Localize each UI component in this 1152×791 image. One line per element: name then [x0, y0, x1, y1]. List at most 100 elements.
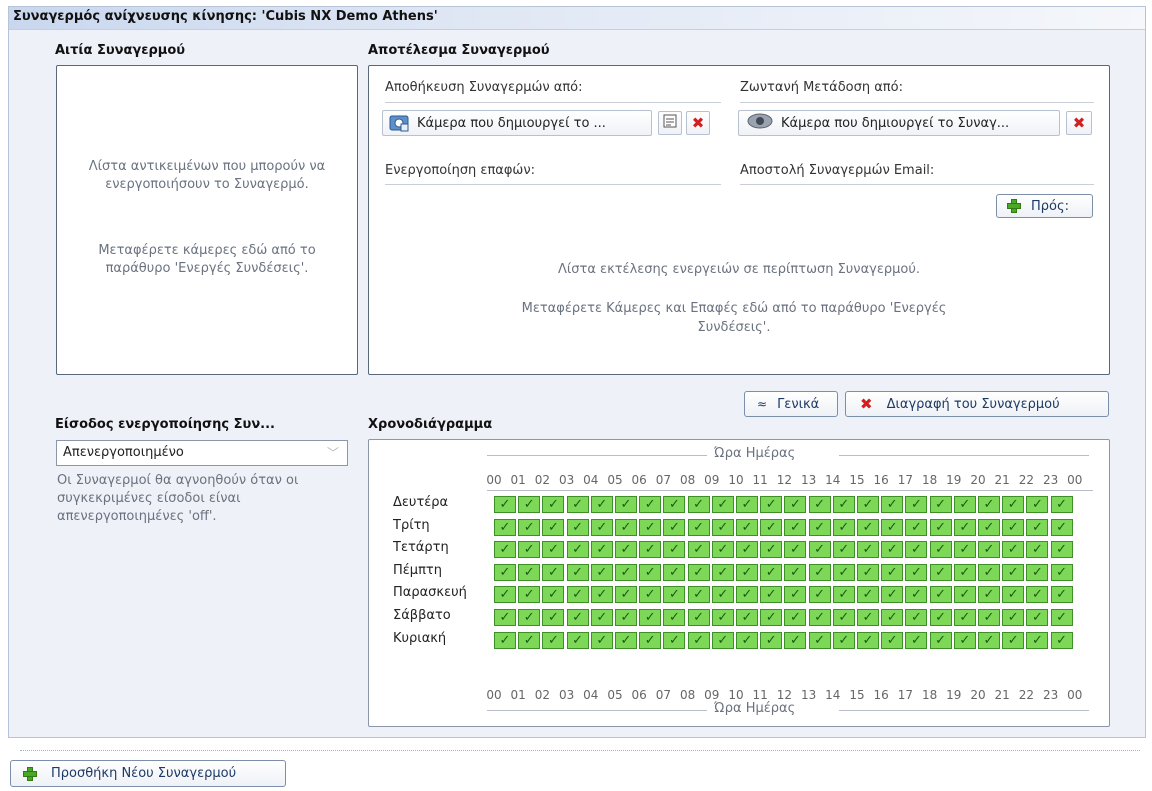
schedule-cell[interactable]: ✓: [663, 496, 686, 513]
schedule-cell[interactable]: ✓: [905, 631, 928, 649]
schedule-cell[interactable]: ✓: [953, 631, 976, 649]
schedule-cell[interactable]: ✓: [590, 496, 613, 513]
schedule-cell[interactable]: ✓: [1050, 518, 1073, 536]
schedule-cell[interactable]: ✓: [494, 518, 516, 536]
schedule-cell[interactable]: ✓: [663, 586, 686, 604]
schedule-cell[interactable]: ✓: [1050, 563, 1073, 581]
schedule-cell[interactable]: ✓: [736, 563, 758, 581]
schedule-cell[interactable]: ✓: [832, 541, 855, 559]
schedule-cell[interactable]: ✓: [687, 586, 710, 604]
schedule-cell[interactable]: ✓: [1026, 586, 1049, 604]
schedule-cell[interactable]: ✓: [711, 496, 734, 513]
schedule-cell[interactable]: ✓: [1050, 496, 1073, 513]
schedule-cell[interactable]: ✓: [1002, 586, 1025, 604]
schedule-cell[interactable]: ✓: [978, 609, 1000, 626]
schedule-cell[interactable]: ✓: [736, 631, 758, 649]
schedule-cell[interactable]: ✓: [857, 518, 879, 536]
schedule-cell[interactable]: ✓: [905, 563, 928, 581]
schedule-cell[interactable]: ✓: [978, 631, 1000, 649]
schedule-cell[interactable]: ✓: [566, 563, 589, 581]
schedule-cell[interactable]: ✓: [929, 609, 952, 626]
properties-button[interactable]: [658, 111, 682, 135]
schedule-cell[interactable]: ✓: [590, 631, 613, 649]
remove-save-camera-button[interactable]: ✖: [686, 111, 710, 135]
schedule-cell[interactable]: ✓: [1026, 496, 1049, 513]
schedule-cell[interactable]: ✓: [1002, 518, 1025, 536]
schedule-cell[interactable]: ✓: [590, 518, 613, 536]
schedule-cell[interactable]: ✓: [542, 496, 565, 513]
schedule-cell[interactable]: ✓: [711, 541, 734, 559]
schedule-cell[interactable]: ✓: [784, 586, 807, 604]
schedule-cell[interactable]: ✓: [760, 563, 783, 581]
schedule-cell[interactable]: ✓: [881, 631, 904, 649]
schedule-cell[interactable]: ✓: [1002, 631, 1025, 649]
schedule-cell[interactable]: ✓: [978, 563, 1000, 581]
schedule-cell[interactable]: ✓: [518, 496, 541, 513]
schedule-cell[interactable]: ✓: [1050, 609, 1073, 626]
schedule-cell[interactable]: ✓: [784, 518, 807, 536]
schedule-cell[interactable]: ✓: [711, 563, 734, 581]
schedule-cell[interactable]: ✓: [978, 586, 1000, 604]
schedule-cell[interactable]: ✓: [857, 541, 879, 559]
schedule-cell[interactable]: ✓: [711, 609, 734, 626]
schedule-cell[interactable]: ✓: [542, 518, 565, 536]
schedule-cell[interactable]: ✓: [1002, 496, 1025, 513]
schedule-cell[interactable]: ✓: [760, 518, 783, 536]
schedule-cell[interactable]: ✓: [639, 586, 662, 604]
schedule-cell[interactable]: ✓: [832, 631, 855, 649]
schedule-cell[interactable]: ✓: [590, 609, 613, 626]
schedule-cell[interactable]: ✓: [542, 609, 565, 626]
schedule-cell[interactable]: ✓: [518, 563, 541, 581]
schedule-cell[interactable]: ✓: [929, 586, 952, 604]
schedule-cell[interactable]: ✓: [832, 496, 855, 513]
schedule-cell[interactable]: ✓: [808, 541, 831, 559]
schedule-cell[interactable]: ✓: [857, 631, 879, 649]
schedule-cell[interactable]: ✓: [639, 563, 662, 581]
schedule-cell[interactable]: ✓: [615, 563, 637, 581]
schedule-cell[interactable]: ✓: [857, 609, 879, 626]
schedule-cell[interactable]: ✓: [518, 631, 541, 649]
schedule-cell[interactable]: ✓: [978, 496, 1000, 513]
schedule-cell[interactable]: ✓: [929, 496, 952, 513]
schedule-cell[interactable]: ✓: [1002, 609, 1025, 626]
schedule-cell[interactable]: ✓: [711, 586, 734, 604]
schedule-cell[interactable]: ✓: [953, 586, 976, 604]
schedule-cell[interactable]: ✓: [566, 496, 589, 513]
schedule-cell[interactable]: ✓: [1050, 586, 1073, 604]
schedule-cell[interactable]: ✓: [566, 518, 589, 536]
schedule-cell[interactable]: ✓: [663, 609, 686, 626]
schedule-cell[interactable]: ✓: [687, 609, 710, 626]
schedule-cell[interactable]: ✓: [494, 541, 516, 559]
schedule-cell[interactable]: ✓: [857, 563, 879, 581]
schedule-cell[interactable]: ✓: [784, 631, 807, 649]
schedule-cell[interactable]: ✓: [784, 563, 807, 581]
schedule-cell[interactable]: ✓: [953, 518, 976, 536]
schedule-cell[interactable]: ✓: [929, 563, 952, 581]
schedule-cell[interactable]: ✓: [857, 496, 879, 513]
schedule-cell[interactable]: ✓: [687, 518, 710, 536]
add-recipient-button[interactable]: Πρός:: [996, 194, 1093, 218]
schedule-cell[interactable]: ✓: [663, 541, 686, 559]
schedule-cell[interactable]: ✓: [615, 631, 637, 649]
schedule-cell[interactable]: ✓: [1026, 631, 1049, 649]
schedule-cell[interactable]: ✓: [1002, 541, 1025, 559]
cause-dropzone[interactable]: Λίστα αντικειμένων που μπορούν να ενεργο…: [56, 65, 358, 375]
schedule-cell[interactable]: ✓: [881, 563, 904, 581]
schedule-cell[interactable]: ✓: [736, 496, 758, 513]
schedule-cell[interactable]: ✓: [639, 496, 662, 513]
result-dropzone[interactable]: Αποθήκευση Συναγερμών από: Κάμερα που δη…: [368, 65, 1110, 375]
schedule-cell[interactable]: ✓: [1026, 541, 1049, 559]
schedule-cell[interactable]: ✓: [881, 609, 904, 626]
delete-alarm-button[interactable]: ✖ Διαγραφή του Συναγερμού: [845, 391, 1109, 417]
schedule-cell[interactable]: ✓: [905, 586, 928, 604]
schedule-cell[interactable]: ✓: [1050, 541, 1073, 559]
schedule-cell[interactable]: ✓: [808, 631, 831, 649]
schedule-cell[interactable]: ✓: [929, 518, 952, 536]
schedule-cell[interactable]: ✓: [881, 518, 904, 536]
schedule-cell[interactable]: ✓: [929, 631, 952, 649]
schedule-cell[interactable]: ✓: [1026, 609, 1049, 626]
schedule-cell[interactable]: ✓: [978, 541, 1000, 559]
schedule-cell[interactable]: ✓: [542, 631, 565, 649]
schedule-cell[interactable]: ✓: [881, 496, 904, 513]
schedule-cell[interactable]: ✓: [542, 541, 565, 559]
